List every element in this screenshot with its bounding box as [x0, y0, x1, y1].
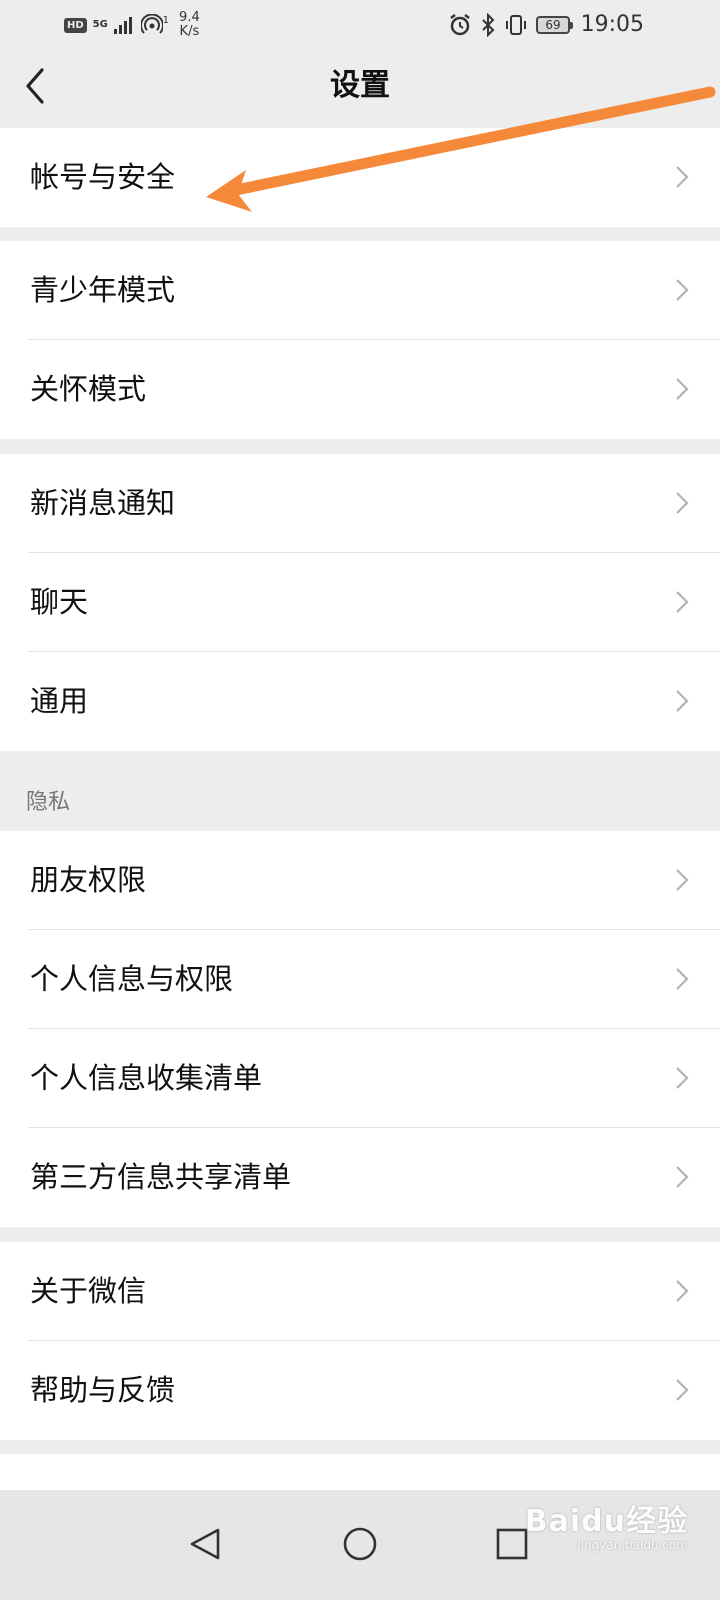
row-label: 个人信息与权限	[30, 962, 234, 996]
network-speed: 9.4 K/s	[179, 11, 200, 39]
status-right: 69	[448, 10, 573, 40]
row-label: 帮助与反馈	[30, 1373, 176, 1407]
battery-level: 69	[545, 18, 561, 32]
settings-group-privacy: 朋友权限 个人信息与权限 个人信息收集清单 第三方信息共享清单	[0, 831, 720, 1227]
row-friend-permissions[interactable]: 朋友权限	[0, 831, 720, 930]
page-title: 设置	[330, 68, 390, 103]
row-label: 个人信息收集清单	[30, 1061, 263, 1095]
watermark-sub: jingyan.baidu.com	[577, 1538, 688, 1552]
status-bar: HD 5G 1 9.4 K/s 69 19:05	[0, 0, 720, 50]
chevron-right-icon	[676, 166, 689, 188]
row-label: 通用	[30, 684, 89, 718]
row-label: 朋友权限	[30, 863, 147, 897]
row-label: 青少年模式	[30, 273, 176, 307]
chevron-right-icon	[676, 279, 689, 301]
settings-group-general: 新消息通知 聊天 通用	[0, 454, 720, 751]
chevron-right-icon	[676, 1280, 689, 1302]
row-personal-info-permissions[interactable]: 个人信息与权限	[0, 930, 720, 1029]
status-time: 19:05	[580, 12, 644, 37]
hd-badge: HD	[64, 17, 87, 33]
settings-group-next	[0, 1454, 720, 1490]
chevron-right-icon	[676, 1166, 689, 1188]
chevron-right-icon	[676, 378, 689, 400]
signal-icon	[113, 17, 132, 34]
row-care-mode[interactable]: 关怀模式	[0, 340, 720, 439]
vibrate-icon	[506, 15, 526, 35]
battery-icon: 69	[536, 16, 573, 34]
chevron-right-icon	[676, 591, 689, 613]
row-label: 关于微信	[30, 1274, 147, 1308]
chevron-right-icon	[676, 869, 689, 891]
row-label: 聊天	[30, 585, 89, 619]
bluetooth-icon	[482, 13, 495, 37]
section-header-privacy: 隐私	[26, 790, 71, 815]
chevron-right-icon	[676, 492, 689, 514]
row-account-security[interactable]: 帐号与安全	[0, 128, 720, 227]
row-teen-mode[interactable]: 青少年模式	[0, 241, 720, 340]
back-triangle-icon[interactable]	[178, 1516, 234, 1572]
hotspot-count: 1	[162, 14, 170, 26]
row-third-party-sharing-list[interactable]: 第三方信息共享清单	[0, 1128, 720, 1227]
row-general[interactable]: 通用	[0, 652, 720, 751]
speed-value: 9.4	[179, 10, 200, 25]
alarm-icon	[450, 14, 470, 36]
chevron-right-icon	[676, 968, 689, 990]
chevron-right-icon	[676, 1379, 689, 1401]
chevron-right-icon	[676, 1067, 689, 1089]
nav-bar: 设置	[0, 50, 720, 126]
row-label: 帐号与安全	[30, 160, 176, 194]
row-help-feedback[interactable]: 帮助与反馈	[0, 1341, 720, 1440]
row-label: 第三方信息共享清单	[30, 1160, 292, 1194]
row-chat[interactable]: 聊天	[0, 553, 720, 652]
hotspot-icon	[140, 14, 163, 34]
network-type: 5G	[92, 19, 108, 30]
row-personal-info-collection-list[interactable]: 个人信息收集清单	[0, 1029, 720, 1128]
home-circle-icon[interactable]	[332, 1516, 388, 1572]
status-left: HD 5G 1 9.4 K/s	[64, 10, 200, 40]
row-about-wechat[interactable]: 关于微信	[0, 1242, 720, 1341]
row-label: 关怀模式	[30, 372, 147, 406]
chevron-right-icon	[676, 690, 689, 712]
settings-group-about: 关于微信 帮助与反馈	[0, 1242, 720, 1440]
watermark-main: Baidu经验	[524, 1504, 688, 1539]
settings-group-modes: 青少年模式 关怀模式	[0, 241, 720, 439]
row-new-message-notification[interactable]: 新消息通知	[0, 454, 720, 553]
row-label: 新消息通知	[30, 486, 176, 520]
baidu-watermark: Baidu经验 jingyan.baidu.com	[525, 1496, 688, 1552]
settings-group-account: 帐号与安全	[0, 128, 720, 227]
speed-unit: K/s	[179, 24, 200, 39]
